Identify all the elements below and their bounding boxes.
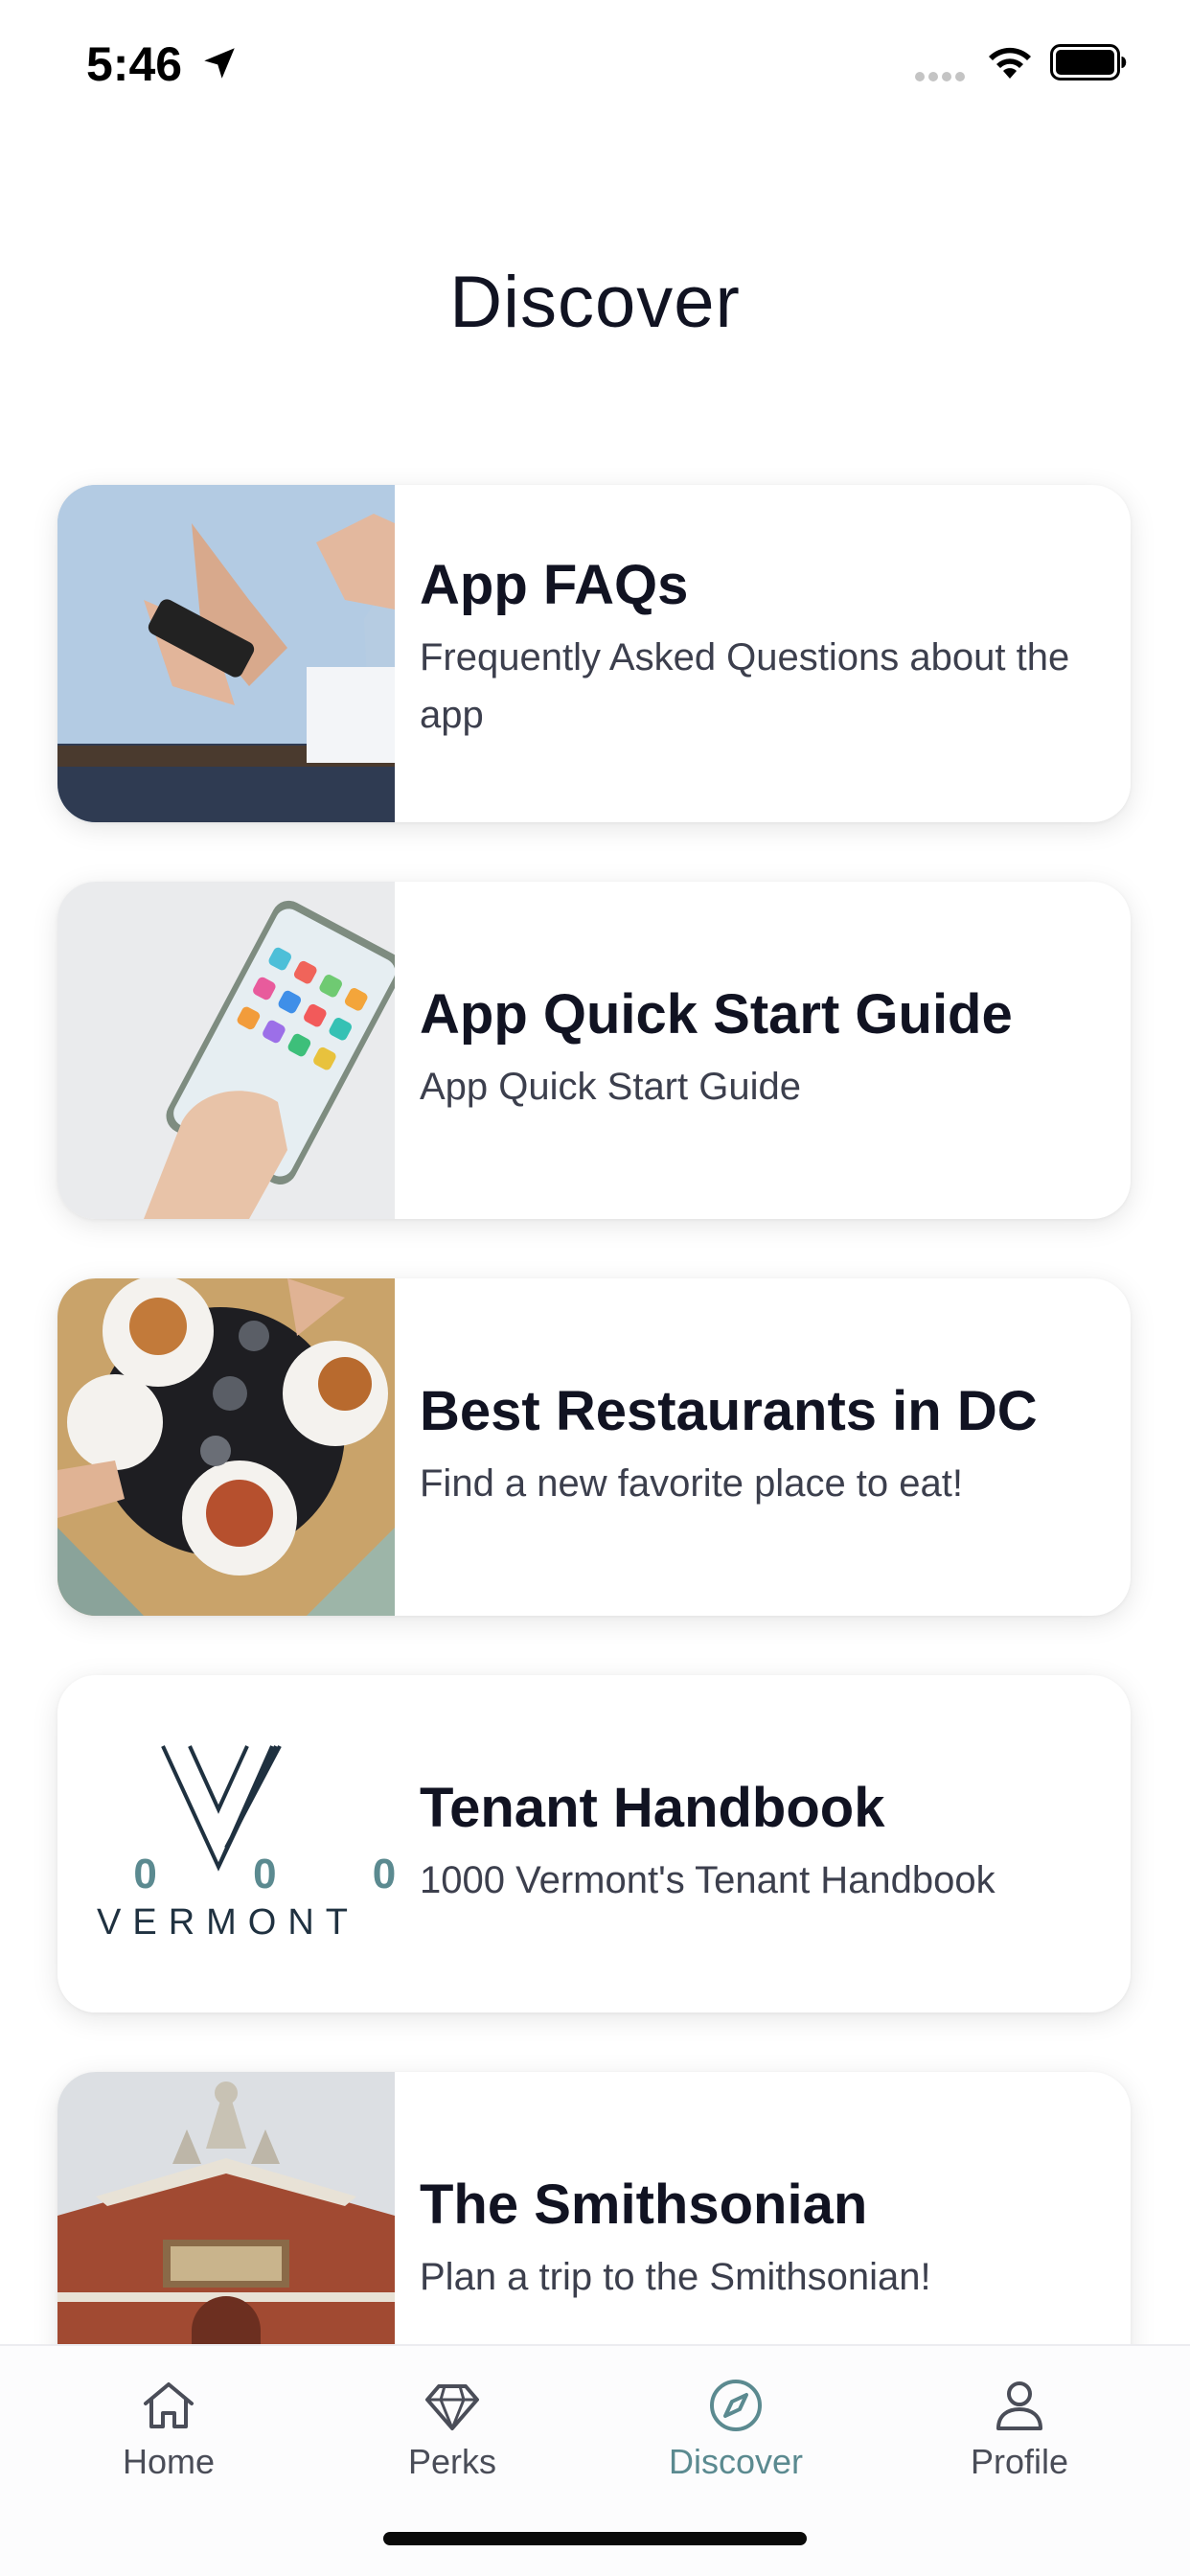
tab-home[interactable]: Home <box>54 2375 284 2509</box>
location-arrow-icon <box>204 48 235 79</box>
home-indicator <box>383 2532 807 2545</box>
card-best-restaurants-in-dc[interactable]: Best Restaurants in DC Find a new favori… <box>57 1278 1131 1616</box>
card-title: Best Restaurants in DC <box>420 1380 1038 1442</box>
tab-label: Perks <box>407 2442 497 2481</box>
wifi-icon <box>989 47 1031 79</box>
battery-icon <box>1050 44 1127 80</box>
tab-perks[interactable]: Perks <box>337 2375 567 2509</box>
tab-discover[interactable]: Discover <box>621 2375 851 2509</box>
vermont-logo-number: 1 0 0 0 <box>57 1851 395 1898</box>
card-thumbnail-image <box>57 485 395 822</box>
cellular-signal-icon <box>915 72 965 81</box>
card-app-faqs[interactable]: App FAQs Frequently Asked Questions abou… <box>57 485 1131 822</box>
card-title: App Quick Start Guide <box>420 983 1013 1046</box>
diamond-icon <box>425 2384 479 2430</box>
tab-label: Discover <box>668 2442 804 2481</box>
bottom-tab-bar: Home Perks Discover Profile <box>0 2344 1190 2576</box>
vermont-logo-word: VERMONT <box>97 1902 359 1943</box>
tab-profile[interactable]: Profile <box>904 2375 1134 2509</box>
card-description: Find a new favorite place to eat! <box>420 1461 963 1505</box>
status-bar: 5:46 <box>0 0 1190 134</box>
card-title: Tenant Handbook <box>420 1777 885 1839</box>
card-app-quick-start-guide[interactable]: App Quick Start Guide App Quick Start Gu… <box>57 882 1131 1219</box>
page-title: Discover <box>449 262 741 343</box>
card-description: App Quick Start Guide <box>420 1065 801 1108</box>
card-title: The Smithsonian <box>420 2174 868 2236</box>
vermont-logo: 1 0 0 0 VERMONT <box>57 1675 395 2012</box>
card-title: App FAQs <box>420 554 689 616</box>
tab-label: Home <box>122 2442 216 2481</box>
compass-icon <box>710 2380 762 2431</box>
card-tenant-handbook[interactable]: 1 0 0 0 VERMONT Tenant Handbook 1000 Ver… <box>57 1675 1131 2012</box>
card-description: 1000 Vermont's Tenant Handbook <box>420 1858 995 1901</box>
card-description: Frequently Asked Questions about the app <box>420 635 1070 736</box>
status-time: 5:46 <box>86 37 183 91</box>
card-description: Plan a trip to the Smithsonian! <box>420 2255 931 2298</box>
tab-label: Profile <box>970 2442 1069 2481</box>
card-thumbnail-image <box>57 882 395 1219</box>
card-thumbnail-image <box>57 1278 395 1616</box>
person-icon <box>996 2381 1042 2430</box>
home-icon <box>144 2382 194 2428</box>
